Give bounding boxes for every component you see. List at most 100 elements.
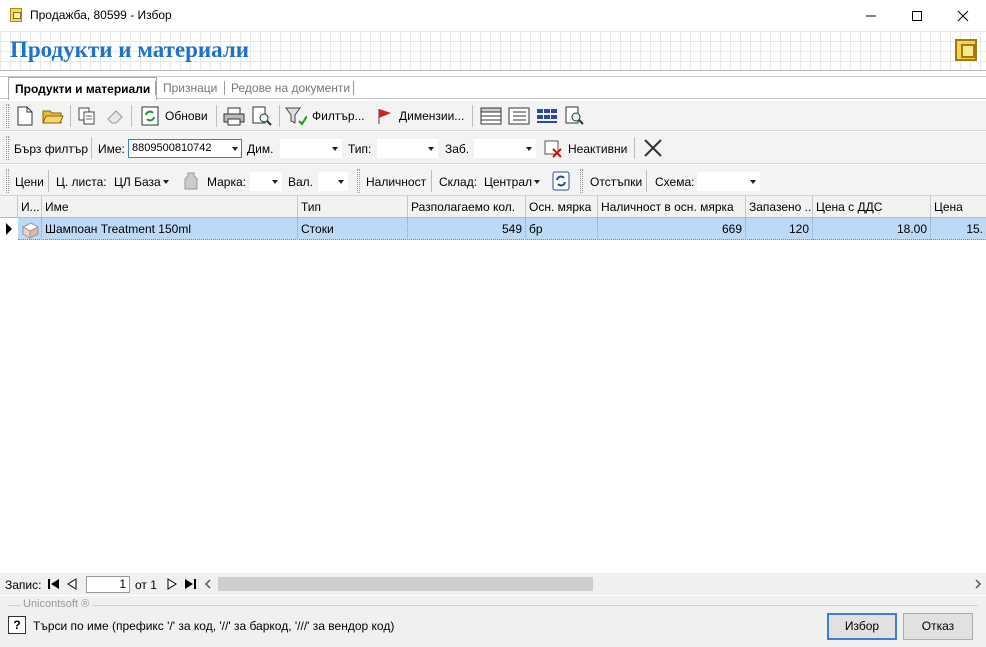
record-number-input[interactable]: 1: [86, 576, 130, 593]
table-row[interactable]: Шампоан Treatment 150ml Стоки 549 бр 669…: [18, 218, 986, 240]
list-view-icon[interactable]: [508, 105, 530, 127]
tab-separator: [353, 81, 354, 95]
print-preview-icon[interactable]: [251, 105, 273, 127]
warehouse-dropdown[interactable]: Централ: [480, 172, 544, 191]
next-record-icon[interactable]: [164, 576, 180, 592]
column-header[interactable]: Разполагаемо кол.: [408, 196, 526, 218]
cell-reserved: 120: [746, 218, 813, 240]
currency-dropdown[interactable]: [318, 172, 348, 191]
availability-label: Наличност: [366, 175, 427, 189]
scheme-dropdown[interactable]: [697, 172, 760, 191]
row-pointer-icon: [6, 223, 12, 235]
column-header[interactable]: Тип: [298, 196, 408, 218]
close-button[interactable]: [940, 0, 986, 31]
maximize-button[interactable]: [894, 0, 940, 31]
clear-filter-icon[interactable]: [642, 137, 664, 159]
tab-document-lines[interactable]: Редове на документи: [225, 77, 356, 99]
tab-separator: [155, 81, 156, 95]
inactive-icon[interactable]: [542, 138, 564, 160]
type-dropdown[interactable]: [377, 139, 438, 158]
copy-icon[interactable]: [76, 105, 98, 127]
chevron-down-icon: [232, 147, 238, 151]
select-button[interactable]: Избор: [827, 613, 897, 640]
refresh-icon[interactable]: [139, 105, 161, 127]
scheme-label: Схема:: [655, 175, 695, 189]
tab-attributes[interactable]: Признаци: [157, 77, 223, 99]
column-header[interactable]: Име: [42, 196, 298, 218]
name-label: Име:: [98, 142, 125, 156]
horizontal-scrollbar-thumb[interactable]: [218, 577, 593, 591]
pricelist-dropdown[interactable]: ЦЛ База: [110, 172, 173, 191]
product-icon: [18, 218, 42, 240]
main-toolbar: Обнови Филтър... Димензии...: [0, 101, 986, 131]
row-selector[interactable]: [0, 218, 18, 240]
filter-button[interactable]: Филтър...: [312, 109, 365, 123]
prev-record-icon[interactable]: [64, 576, 80, 592]
lock-dropdown[interactable]: [474, 139, 536, 158]
quick-filter-label: Бърз филтър: [14, 142, 88, 156]
first-record-icon[interactable]: [46, 576, 62, 592]
column-header[interactable]: Осн. мярка: [526, 196, 598, 218]
currency-label: Вал.: [288, 175, 314, 189]
column-header[interactable]: Наличност в осн. мярка: [598, 196, 746, 218]
toolbar-grip: [6, 104, 9, 128]
dim-label: Дим.: [247, 142, 274, 156]
form-header: Продукти и материали: [0, 31, 986, 71]
prices-label: Цени: [15, 175, 44, 189]
refresh-button[interactable]: Обнови: [165, 109, 208, 123]
column-header[interactable]: Цена с ДДС: [813, 196, 931, 218]
dimensions-button[interactable]: Димензии...: [399, 109, 464, 123]
open-folder-icon[interactable]: [42, 105, 64, 127]
scroll-left-icon[interactable]: [202, 577, 214, 591]
module-icon[interactable]: [955, 39, 977, 61]
grid-corner: [0, 196, 18, 218]
type-label: Тип:: [348, 142, 372, 156]
tab-products[interactable]: Продукти и материали: [8, 77, 158, 100]
title-bar: Продажба, 80599 - Избор: [0, 0, 986, 31]
dim-dropdown[interactable]: [280, 139, 342, 158]
new-document-icon[interactable]: [14, 105, 36, 127]
filter-icon[interactable]: [285, 105, 307, 127]
window-title: Продажба, 80599 - Избор: [30, 8, 172, 22]
lock-label: Заб.: [445, 142, 470, 156]
column-header[interactable]: И...: [18, 196, 42, 218]
flag-icon[interactable]: [374, 105, 396, 127]
find-icon[interactable]: [564, 105, 586, 127]
name-search-input[interactable]: 8809500810742: [128, 139, 242, 158]
brand-label: Марка:: [207, 175, 246, 189]
brand-icon: [180, 170, 202, 192]
cell-price-vat: 18.00: [813, 218, 931, 240]
page-title: Продукти и материали: [10, 37, 250, 62]
cancel-button[interactable]: Отказ: [903, 613, 973, 640]
scroll-right-icon[interactable]: [972, 577, 984, 591]
cell-stock: 669: [598, 218, 746, 240]
grid-header: И... Име Тип Разполагаемо кол. Осн. мярк…: [18, 196, 986, 218]
record-count: от 1: [135, 578, 157, 592]
help-icon[interactable]: ?: [8, 616, 26, 634]
pricelist-label: Ц. листа:: [56, 175, 107, 189]
quick-filter-toolbar: Бърз филтър Име: 8809500810742 Дим. Тип:…: [0, 132, 986, 164]
sync-icon[interactable]: [550, 170, 572, 192]
inactive-toggle[interactable]: Неактивни: [568, 142, 627, 156]
print-icon[interactable]: [223, 105, 245, 127]
grid-view-icon[interactable]: [536, 105, 558, 127]
prices-toolbar: Цени Ц. листа: ЦЛ База Марка: Вал. Налич…: [0, 165, 986, 196]
minimize-button[interactable]: [848, 0, 894, 31]
app-icon: [10, 8, 22, 22]
eraser-icon[interactable]: [104, 105, 126, 127]
discounts-label: Отстъпки: [590, 175, 643, 189]
brand-label: Unicontsoft ®: [20, 598, 93, 610]
column-header[interactable]: Цена: [931, 196, 986, 218]
column-header[interactable]: Запазено ...: [746, 196, 813, 218]
cell-price: 15.: [966, 222, 983, 236]
layout-single-icon[interactable]: [480, 105, 502, 127]
cell-type: Стоки: [298, 218, 408, 240]
cell-available: 549: [408, 218, 526, 240]
brand-dropdown[interactable]: [250, 172, 282, 191]
cell-unit: бр: [526, 218, 598, 240]
tab-strip: Продукти и материали Признаци Редове на …: [0, 76, 986, 100]
last-record-icon[interactable]: [182, 576, 198, 592]
record-label: Запис:: [5, 578, 42, 592]
cell-name: Шампоан Treatment 150ml: [42, 218, 298, 240]
warehouse-label: Склад:: [439, 175, 478, 189]
